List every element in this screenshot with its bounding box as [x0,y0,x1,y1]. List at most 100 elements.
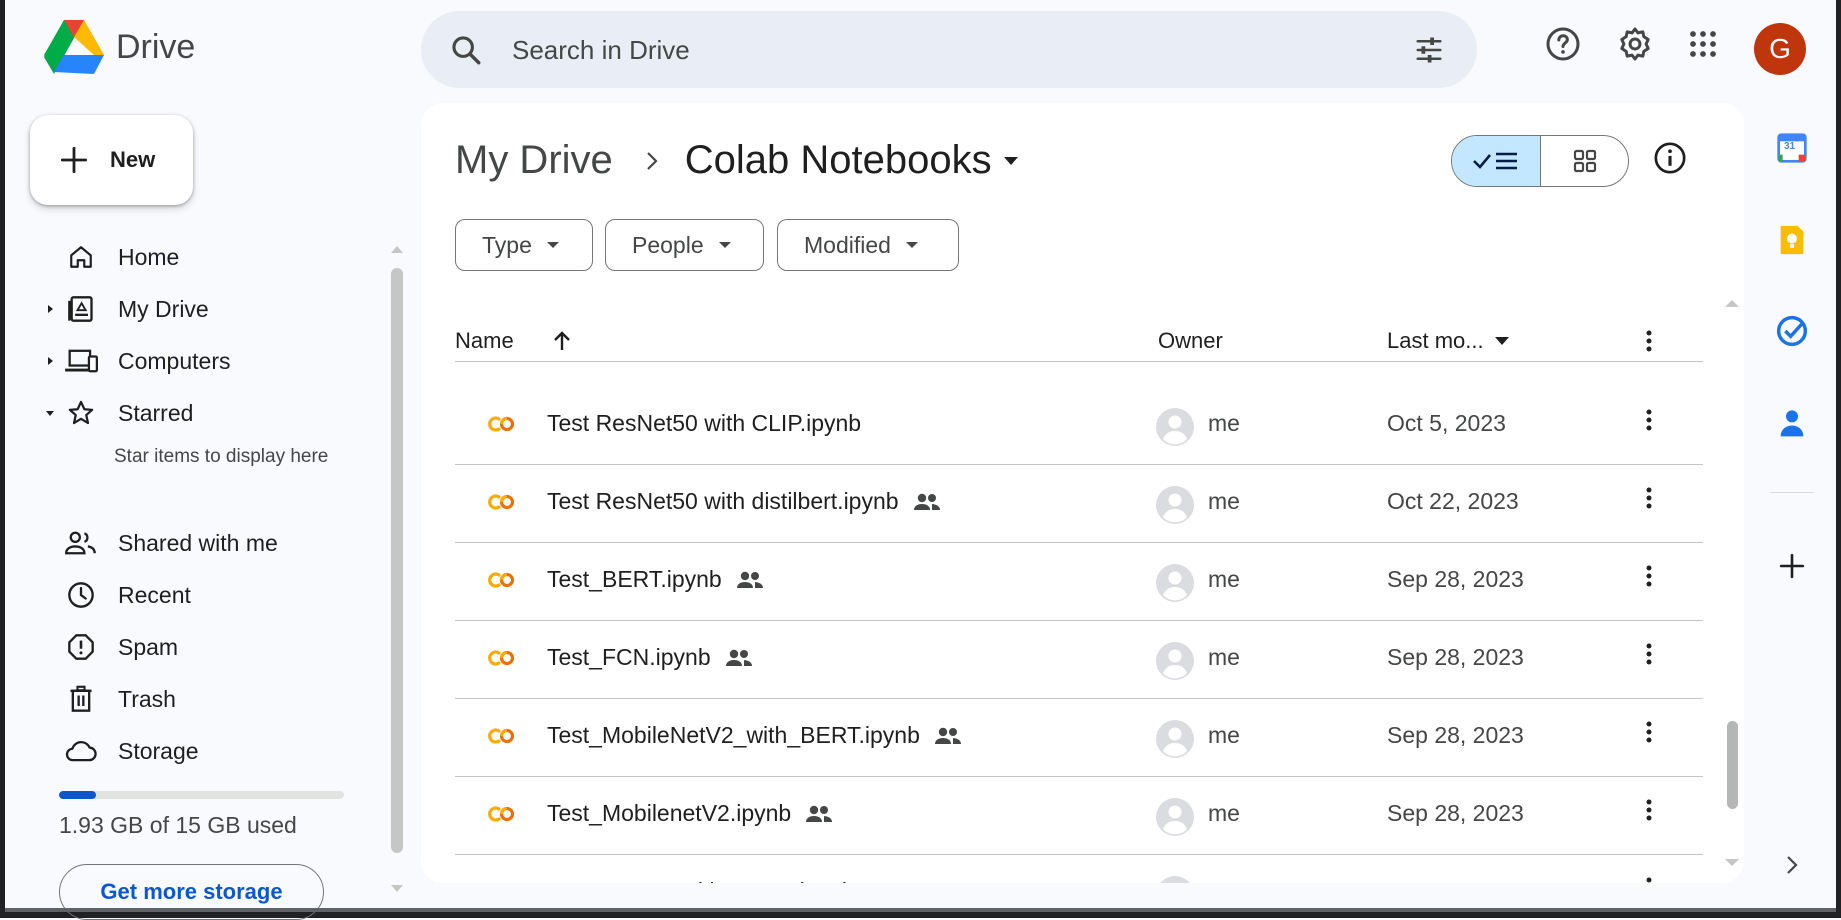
breadcrumb: My Drive Colab Notebooks [455,138,1020,183]
search-input[interactable]: Search in Drive [512,35,690,66]
cloud-icon [64,739,98,763]
search-options-icon[interactable] [1413,35,1445,65]
sidebar-item-shared-with-me[interactable]: Shared with me [40,521,380,565]
file-name-text: Test_MobilenetV2.ipynb [547,800,792,826]
search-bar[interactable]: Search in Drive [421,11,1477,88]
header-divider [455,361,1703,362]
folder-menu-dropdown-icon[interactable] [1002,155,1020,167]
file-name[interactable]: Test ResNet50 with CLIP.ipynb [547,410,861,437]
file-modified-date: Sep 28, 2023 [1387,566,1524,592]
file-owner: me [1208,410,1240,436]
file-name[interactable]: Test ResNet50 with distilbert.ipynb [547,488,941,515]
breadcrumb-current-folder[interactable]: Colab Notebooks [685,138,992,183]
sidebar-item-my-drive[interactable]: My Drive [40,287,380,331]
file-modified-date: Sep 28, 2023 [1387,800,1524,826]
list-scroll-up-icon[interactable] [1724,298,1740,308]
calendar-icon[interactable]: 31 [1772,128,1812,168]
new-button[interactable]: New [30,115,193,205]
calendar-day: 31 [1784,141,1796,152]
expand-caret-icon[interactable] [40,356,60,366]
more-actions-icon[interactable] [1645,408,1653,432]
filter-label: People [632,231,704,258]
column-header-owner[interactable]: Owner [1158,316,1223,366]
sidebar-item-home[interactable]: Home [40,235,380,279]
more-actions-icon[interactable] [1645,876,1653,883]
add-app-plus-icon[interactable] [1772,546,1812,586]
more-actions-icon[interactable] [1645,642,1653,666]
sidebar-item-spam[interactable]: Spam [40,625,380,669]
contacts-icon[interactable] [1772,403,1812,443]
help-icon[interactable] [1543,24,1583,64]
drive-logo-icon [44,20,104,74]
expand-caret-icon[interactable] [40,304,60,314]
apps-grid-icon[interactable] [1683,24,1723,64]
computers-icon [64,348,98,374]
file-row[interactable]: Test ResNet50 with distilbert.ipynb me Oct… [455,465,1703,543]
owner-avatar-icon [1155,485,1195,525]
file-row[interactable]: Test_RCNN_with_BERT.ipynb me Sep 28, 2023 [455,855,1703,883]
settings-gear-icon[interactable] [1615,24,1655,64]
account-avatar[interactable]: G [1754,23,1806,75]
list-scroll-down-icon[interactable] [1724,858,1740,868]
owner-avatar-icon [1155,719,1195,759]
expand-side-panel-chevron-icon[interactable] [1772,845,1812,885]
breadcrumb-my-drive[interactable]: My Drive [455,138,613,183]
colab-notebook-icon [487,648,517,668]
file-name[interactable]: Test_MobilenetV2.ipynb [547,800,833,827]
column-options-more-icon[interactable] [1645,316,1653,366]
file-name[interactable]: Test_FCN.ipynb [547,644,753,671]
sidebar-item-computers[interactable]: Computers [40,339,380,383]
sidebar-item-starred[interactable]: Starred [40,391,380,435]
filter-people-chip[interactable]: People [605,219,764,271]
file-row[interactable]: Test_BERT.ipynb me Sep 28, 2023 [455,543,1703,621]
view-toggle [1451,135,1629,187]
grid-view-button[interactable] [1541,136,1628,186]
file-name-text: Test ResNet50 with distilbert.ipynb [547,488,899,514]
sidebar-item-label: My Drive [118,295,209,322]
sort-dropdown-icon[interactable] [1494,336,1510,346]
file-row[interactable]: Test_MobilenetV2.ipynb me Sep 28, 2023 [455,777,1703,855]
drive-logo[interactable]: Drive [44,20,195,74]
more-actions-icon[interactable] [1645,486,1653,510]
file-name[interactable]: Test_MobileNetV2_with_BERT.ipynb [547,722,962,749]
storage-usage-text: 1.93 GB of 15 GB used [59,812,297,838]
column-header-last-modified[interactable]: Last mo... [1387,316,1510,366]
filter-type-chip[interactable]: Type [455,219,593,271]
file-name[interactable]: Test_RCNN_with_BERT.ipynb [547,878,897,883]
sidebar-item-trash[interactable]: Trash [40,677,380,721]
file-name[interactable]: Test_BERT.ipynb [547,566,764,593]
starred-hint: Star items to display here [114,446,329,467]
rail-divider [1770,492,1814,493]
check-list-icon [1473,152,1517,170]
info-icon[interactable] [1653,141,1687,175]
keep-icon[interactable] [1772,220,1812,260]
filter-modified-chip[interactable]: Modified [777,219,959,271]
sidebar-item-storage[interactable]: Storage [40,729,380,773]
file-row[interactable]: Test ResNet50 with CLIP.ipynb me Oct 5, 20… [455,387,1703,465]
file-row[interactable]: Test_MobileNetV2_with_BERT.ipynb me Sep 28… [455,699,1703,777]
list-scrollbar-thumb[interactable] [1727,721,1738,809]
colab-notebook-icon [487,804,517,824]
owner-avatar-icon [1155,563,1195,603]
search-icon[interactable] [449,33,483,67]
more-actions-icon[interactable] [1645,564,1653,588]
collapse-caret-icon[interactable] [40,408,60,418]
tasks-icon[interactable] [1772,311,1812,351]
my-drive-icon [64,295,98,323]
sidebar-item-label: Storage [118,737,199,764]
sidebar-scrollbar[interactable] [391,268,403,853]
shared-people-icon [725,648,753,668]
more-actions-icon[interactable] [1645,798,1653,822]
storage-progress-bar [59,791,344,799]
shared-people-icon [869,882,897,884]
sidebar-scroll-down-icon[interactable] [390,884,404,894]
spam-icon [64,633,98,661]
sidebar-scroll-up-icon[interactable] [390,244,404,254]
list-view-button[interactable] [1452,136,1541,186]
more-actions-icon[interactable] [1645,720,1653,744]
sidebar-item-recent[interactable]: Recent [40,573,380,617]
colab-notebook-icon [487,882,517,883]
file-row[interactable]: Test_FCN.ipynb me Sep 28, 2023 [455,621,1703,699]
column-header-name[interactable]: Name [455,316,572,366]
sort-ascending-arrow-icon[interactable] [552,330,572,352]
